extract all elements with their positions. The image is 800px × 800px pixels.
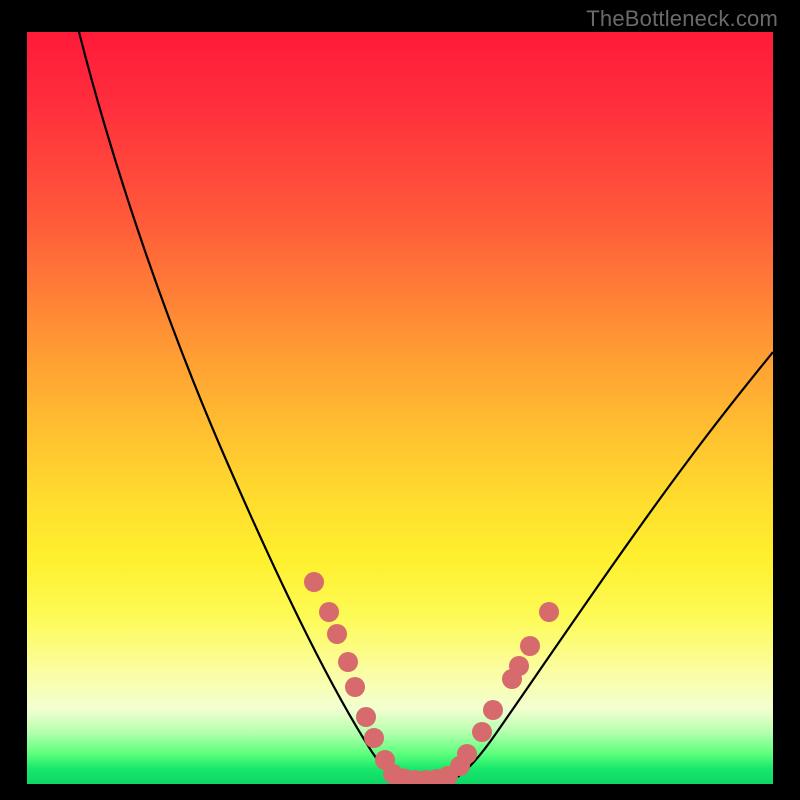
data-dot: [319, 602, 339, 622]
data-dot: [472, 722, 492, 742]
data-dot: [520, 636, 540, 656]
data-dot: [304, 572, 324, 592]
data-dot: [364, 728, 384, 748]
data-dot: [345, 677, 365, 697]
data-dot: [483, 700, 503, 720]
watermark-text: TheBottleneck.com: [586, 6, 778, 32]
data-dot: [327, 624, 347, 644]
data-dot: [356, 707, 376, 727]
bottleneck-curve: [27, 32, 773, 784]
data-dot: [509, 656, 529, 676]
data-dot: [457, 744, 477, 764]
chart-plot-area: [27, 32, 773, 784]
chart-frame: [20, 32, 780, 792]
scatter-dots: [304, 572, 559, 784]
data-dot: [338, 652, 358, 672]
data-dot: [539, 602, 559, 622]
